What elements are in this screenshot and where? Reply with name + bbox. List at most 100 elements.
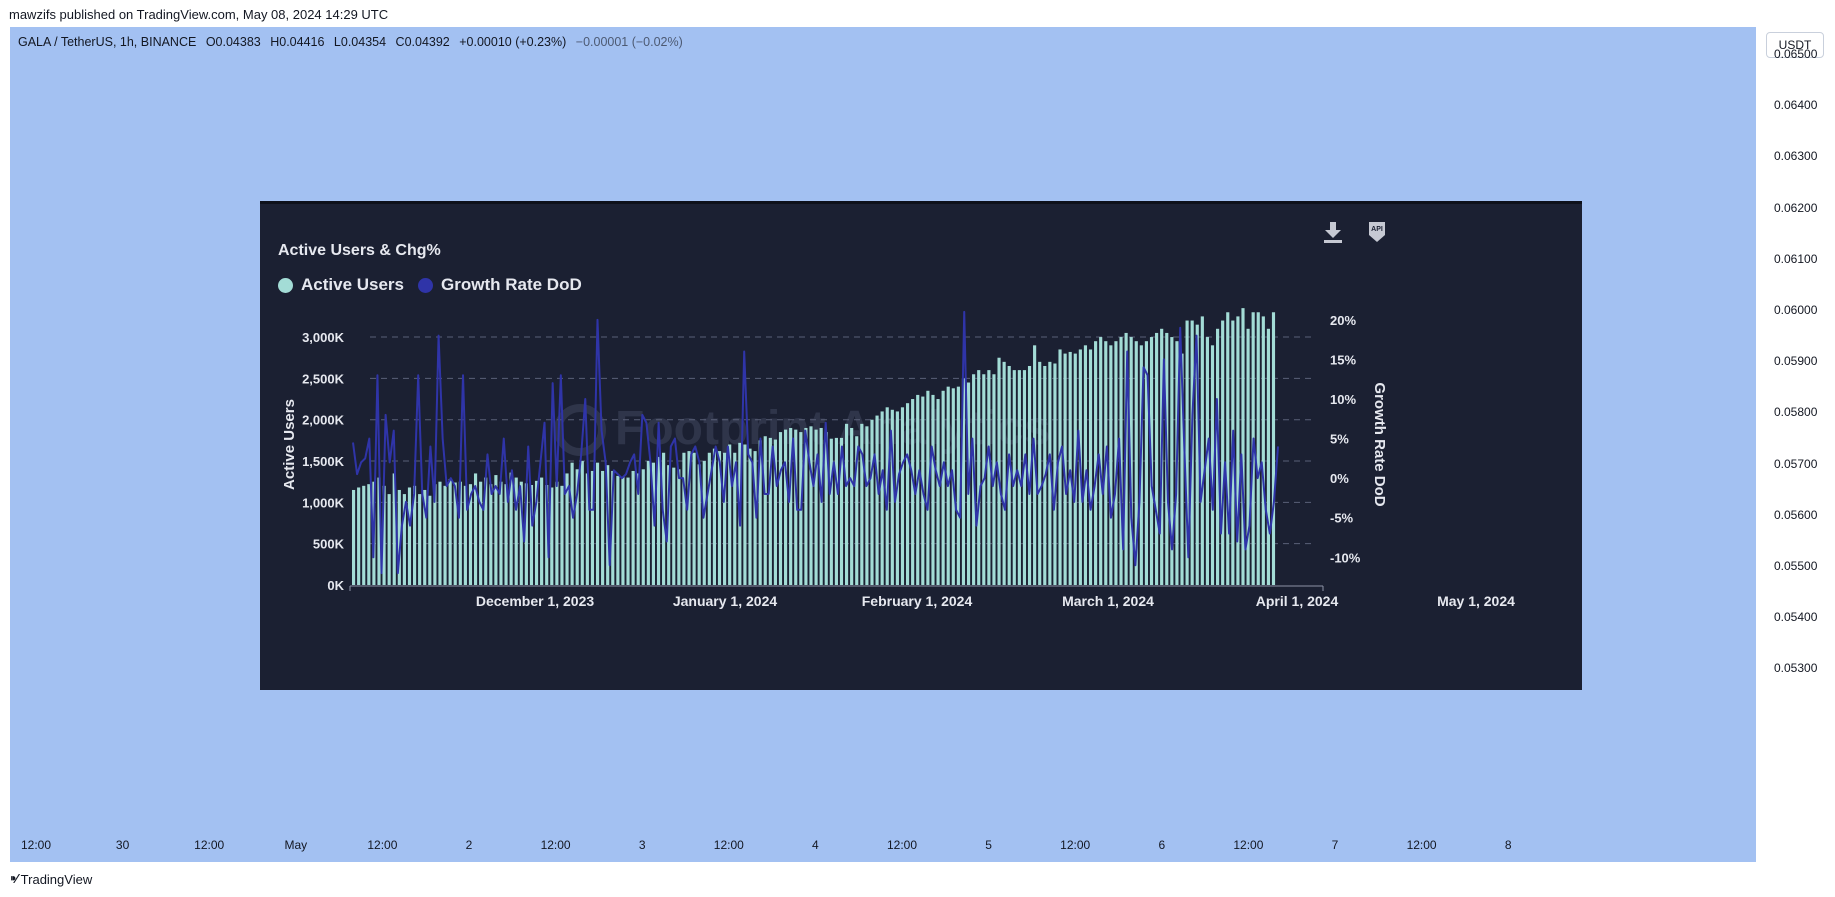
bar-active-users — [1221, 320, 1225, 585]
bar-active-users — [1200, 316, 1204, 585]
y-axis-title: Active Users — [281, 399, 298, 490]
bar-active-users — [911, 399, 915, 585]
price-axis-label: 0.06200 — [1774, 200, 1818, 215]
bar-active-users — [626, 477, 630, 585]
y-tick-label: 1,000K — [302, 495, 345, 510]
time-axis-label: 12:00 — [540, 838, 571, 852]
bar-active-users — [407, 487, 412, 585]
price-axis-label: 0.05600 — [1774, 507, 1818, 522]
bar-active-users — [677, 469, 681, 585]
bar-active-users — [850, 427, 854, 585]
time-axis-label: 12:00 — [1233, 838, 1264, 852]
bar-active-users — [702, 461, 706, 585]
time-axis-label: 12:00 — [1060, 838, 1091, 852]
bar-active-users — [712, 448, 716, 585]
bar-active-users — [1068, 351, 1072, 585]
y2-tick-label: 10% — [1330, 392, 1356, 407]
bar-active-users — [448, 479, 452, 585]
bar-active-users — [1256, 312, 1260, 585]
y2-tick-label: -5% — [1330, 511, 1354, 526]
low-value: L0.04354 — [333, 35, 387, 49]
symbol-label[interactable]: GALA / TetherUS, 1h, BINANCE — [18, 35, 196, 49]
tradingview-logo-icon: ⁍⁄ — [10, 871, 18, 886]
bar-active-users — [784, 429, 788, 585]
bar-active-users — [763, 436, 767, 585]
bar-active-users — [367, 484, 371, 585]
bar-active-users — [829, 438, 833, 585]
bar-active-users — [875, 415, 879, 585]
bar-active-users — [900, 407, 905, 585]
bar-active-users — [905, 403, 910, 585]
time-axis-label: 6 — [1158, 838, 1166, 852]
bar-active-users — [865, 426, 869, 585]
y-tick-label: 2,000K — [302, 413, 345, 428]
price-axis-label: 0.06300 — [1774, 149, 1818, 164]
y-tick-label: 1,500K — [302, 454, 345, 469]
price-axis-label: 0.06100 — [1774, 251, 1818, 266]
bar-active-users — [1246, 328, 1250, 585]
change-value: +0.00010 (+0.23%) — [459, 35, 567, 49]
x-tick-label: January 1, 2024 — [673, 593, 778, 609]
chart-canvas: Footprint Analytics 0K500K1,000K1,500K2,… — [281, 308, 1515, 609]
bar-active-users — [580, 461, 584, 585]
high-value: H0.04416 — [270, 35, 325, 49]
bar-active-users — [1083, 345, 1088, 585]
open-value: O0.04383 — [205, 35, 261, 49]
bar-active-users — [860, 423, 864, 585]
bar-active-users — [956, 386, 960, 585]
price-axis-label: 0.06500 — [1774, 47, 1818, 61]
y-tick-label: 2,500K — [302, 371, 345, 386]
tradingview-brand: TradingView — [20, 871, 93, 887]
x-tick-label: December 1, 2023 — [476, 593, 595, 609]
bar-active-users — [844, 423, 849, 585]
time-axis-label: 4 — [812, 838, 819, 852]
bar-active-users — [1109, 345, 1113, 585]
bar-active-users — [499, 481, 503, 585]
bar-active-users — [834, 437, 838, 585]
bar-active-users — [540, 477, 544, 585]
secondary-change-value: −0.00001 (−0.02%) — [575, 35, 683, 49]
time-axis-label: 2 — [465, 838, 473, 852]
tradingview-logo[interactable]: ⁍⁄ TradingView — [10, 871, 92, 887]
bar-active-users — [870, 419, 874, 585]
bar-active-users — [418, 494, 422, 585]
y2-tick-label: 15% — [1330, 352, 1356, 367]
bar-active-users — [631, 470, 635, 585]
time-axis-label: 8 — [1504, 838, 1512, 852]
bar-active-users — [428, 495, 432, 585]
bar-active-users — [936, 399, 940, 585]
bar-active-users — [1261, 316, 1265, 585]
x-tick-label: March 1, 2024 — [1062, 593, 1154, 609]
bar-active-users — [489, 484, 493, 585]
bar-active-users — [880, 411, 884, 585]
bar-active-users — [560, 485, 564, 585]
price-axis[interactable]: 0.06500 0.06400 0.06300 0.06200 0.06100 0.060… — [1756, 27, 1835, 862]
y-tick-label: 3,000K — [302, 330, 345, 345]
publish-info: mawzifs published on TradingView.com, Ma… — [9, 7, 389, 22]
bar-active-users — [672, 467, 676, 585]
bar-active-users — [941, 390, 945, 585]
bar-active-users — [748, 448, 752, 585]
price-axis-label: 0.05300 — [1774, 661, 1818, 676]
y2-tick-label: -10% — [1330, 550, 1361, 565]
price-axis-label: 0.05500 — [1774, 559, 1818, 573]
x-tick-label: April 1, 2024 — [1256, 593, 1339, 609]
price-axis-label: 0.05800 — [1774, 405, 1818, 420]
bar-active-users — [443, 485, 447, 585]
time-axis-label: May — [284, 838, 308, 852]
bar-active-users — [641, 469, 645, 585]
bar-active-users — [1271, 312, 1276, 585]
price-axis-label: 0.05700 — [1774, 456, 1818, 471]
bar-active-users — [1088, 349, 1093, 585]
time-axis[interactable]: 12:00 30 12:00 May 12:00 2 12:00 3 12:00 4 12:00 5 1… — [10, 838, 1756, 858]
bar-active-users — [479, 481, 483, 585]
y2-axis-title: Growth Rate DoD — [1371, 382, 1388, 506]
time-axis-label: 12:00 — [367, 838, 398, 852]
time-axis-label: 12:00 — [20, 838, 52, 852]
bar-active-users — [931, 394, 935, 585]
bar-active-users — [621, 476, 625, 585]
bar-active-users — [357, 487, 361, 585]
bar-active-users — [809, 426, 813, 585]
bar-active-users — [1226, 312, 1230, 585]
time-axis-label: 12:00 — [713, 838, 744, 852]
